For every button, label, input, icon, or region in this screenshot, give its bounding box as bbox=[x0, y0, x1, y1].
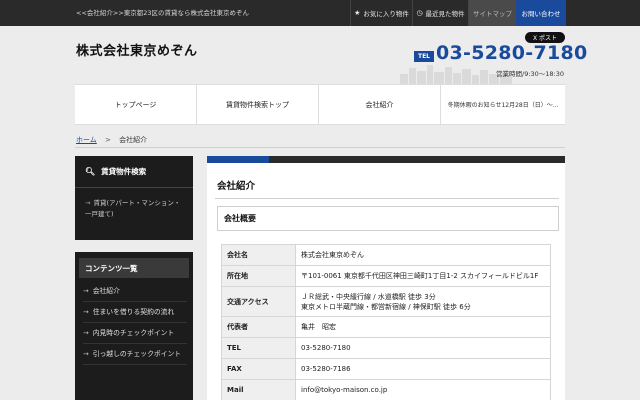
contact-link[interactable]: お問い合わせ bbox=[516, 0, 566, 26]
row-value: 株式会社東京めぞん bbox=[295, 244, 551, 266]
search-icon: 🔍︎ bbox=[85, 167, 96, 176]
sitemap-link[interactable]: サイトマップ bbox=[468, 0, 516, 26]
row-value: 亀井 昭宏 bbox=[295, 316, 551, 338]
star-icon: ★ bbox=[354, 9, 361, 17]
top-breadcrumb-text: <<会社紹介>>東京都23区の賃貸なら株式会社東京めぞん bbox=[76, 9, 250, 17]
clock-icon: ◷ bbox=[416, 9, 423, 17]
sidebar-item-label: 住まいを借りる契約の流れ bbox=[92, 308, 175, 316]
tel-badge: TEL bbox=[414, 51, 434, 62]
row-key: Mail bbox=[221, 379, 296, 400]
row-key: FAX bbox=[221, 358, 296, 380]
header: 株式会社東京めぞん X ポスト TEL 03-5280-7180 営業時間/9:… bbox=[0, 26, 640, 84]
table-row: Mail info@tokyo-maison.co.jp bbox=[221, 379, 551, 400]
business-hours: 営業時間/9:30～18:30 bbox=[496, 70, 565, 78]
breadcrumb: ホーム > 会社紹介 bbox=[76, 135, 147, 145]
row-value: 03-5280-7186 bbox=[295, 358, 551, 380]
row-key: 会社名 bbox=[221, 244, 296, 266]
global-nav: トップページ 賃貸物件検索トップ 会社紹介 冬期休暇のお知らせ12月28日（日）… bbox=[75, 84, 565, 125]
access-line-1: ＪＲ総武・中央緩行線 / 水道橋駅 徒歩 3分 bbox=[301, 292, 436, 301]
table-row: FAX 03-5280-7186 bbox=[221, 358, 551, 380]
arrow-right-icon: → bbox=[83, 287, 89, 295]
breadcrumb-separator: > bbox=[105, 136, 111, 144]
sidebar-item-company[interactable]: → 会社紹介 bbox=[83, 286, 187, 302]
sidebar-search-title-text: 賃貸物件検索 bbox=[101, 167, 147, 176]
sidebar-item-moving-check[interactable]: → 引っ越しのチェックポイント bbox=[83, 349, 187, 365]
favorites-label: お気に入り物件 bbox=[363, 10, 409, 18]
nav-item-top[interactable]: トップページ bbox=[75, 85, 197, 124]
phone-number[interactable]: 03-5280-7180 bbox=[436, 42, 588, 64]
section-title: 会社概要 bbox=[217, 206, 559, 231]
nav-item-rental-search[interactable]: 賃貸物件検索トップ bbox=[197, 85, 319, 124]
arrow-right-icon: → bbox=[83, 350, 89, 358]
sidebar-contents-box: コンテンツ一覧 → 会社紹介 → 住まいを借りる契約の流れ → 内見時のチェックポイン… bbox=[75, 252, 193, 400]
table-row: 交通アクセス ＪＲ総武・中央緩行線 / 水道橋駅 徒歩 3分 東京メトロ半蔵門線… bbox=[221, 286, 551, 317]
sidebar-item-rental[interactable]: → 賃貸(アパート・マンション・一戸建て) bbox=[85, 198, 185, 220]
breadcrumb-divider bbox=[75, 147, 565, 148]
main-top-bar bbox=[207, 156, 565, 163]
table-row: 所在地 〒101-0061 東京都千代田区神田三崎町1丁目1-2 スカイフィール… bbox=[221, 265, 551, 287]
access-line-2: 東京メトロ半蔵門線・都営新宿線 / 神保町駅 徒歩 6分 bbox=[301, 302, 471, 311]
sidebar-item-rental-label: 賃貸(アパート・マンション・一戸建て) bbox=[85, 199, 181, 218]
arrow-right-icon: → bbox=[85, 199, 91, 207]
row-value[interactable]: info@tokyo-maison.co.jp bbox=[295, 379, 551, 400]
sidebar-search-title: 🔍︎ 賃貸物件検索 bbox=[75, 156, 193, 188]
table-row: 代表者 亀井 昭宏 bbox=[221, 316, 551, 338]
sidebar-item-viewing-check[interactable]: → 内見時のチェックポイント bbox=[83, 328, 187, 344]
recent-link[interactable]: ◷ 最近見た物件 bbox=[412, 0, 468, 26]
page-title: 会社紹介 bbox=[217, 181, 256, 192]
sidebar-item-label: 引っ越しのチェックポイント bbox=[92, 350, 182, 358]
sidebar-item-label: 会社紹介 bbox=[92, 287, 120, 295]
row-value: 〒101-0061 東京都千代田区神田三崎町1丁目1-2 スカイフィールドビル1… bbox=[295, 265, 551, 287]
arrow-right-icon: → bbox=[83, 329, 89, 337]
nav-notice[interactable]: 冬期休暇のお知らせ12月28日（日）～... bbox=[441, 85, 565, 124]
breadcrumb-current: 会社紹介 bbox=[119, 136, 148, 144]
sidebar-search-box: 🔍︎ 賃貸物件検索 → 賃貸(アパート・マンション・一戸建て) bbox=[75, 156, 193, 240]
row-value: ＪＲ総武・中央緩行線 / 水道橋駅 徒歩 3分 東京メトロ半蔵門線・都営新宿線 … bbox=[295, 286, 551, 317]
sidebar-contents-title: コンテンツ一覧 bbox=[79, 258, 189, 278]
sidebar-item-label: 内見時のチェックポイント bbox=[92, 329, 175, 337]
row-key: 代表者 bbox=[221, 316, 296, 338]
row-key: TEL bbox=[221, 337, 296, 359]
row-key: 所在地 bbox=[221, 265, 296, 287]
top-bar: <<会社紹介>>東京都23区の賃貸なら株式会社東京めぞん ★ お気に入り物件 ◷… bbox=[0, 0, 640, 26]
recent-label: 最近見た物件 bbox=[425, 10, 465, 18]
favorites-link[interactable]: ★ お気に入り物件 bbox=[350, 0, 412, 26]
main-content: 会社紹介 会社概要 会社名 株式会社東京めぞん 所在地 〒101-0061 東京… bbox=[207, 156, 565, 400]
row-key: 交通アクセス bbox=[221, 286, 296, 317]
row-value: 03-5280-7180 bbox=[295, 337, 551, 359]
arrow-right-icon: → bbox=[83, 308, 89, 316]
sidebar-item-contract-flow[interactable]: → 住まいを借りる契約の流れ bbox=[83, 307, 187, 323]
table-row: TEL 03-5280-7180 bbox=[221, 337, 551, 359]
nav-item-company[interactable]: 会社紹介 bbox=[319, 85, 441, 124]
site-logo[interactable]: 株式会社東京めぞん bbox=[76, 40, 198, 59]
table-row: 会社名 株式会社東京めぞん bbox=[221, 244, 551, 266]
breadcrumb-home[interactable]: ホーム bbox=[76, 136, 97, 144]
main-top-accent bbox=[207, 156, 269, 163]
title-divider bbox=[215, 198, 559, 199]
company-info-table: 会社名 株式会社東京めぞん 所在地 〒101-0061 東京都千代田区神田三崎町… bbox=[221, 244, 551, 400]
